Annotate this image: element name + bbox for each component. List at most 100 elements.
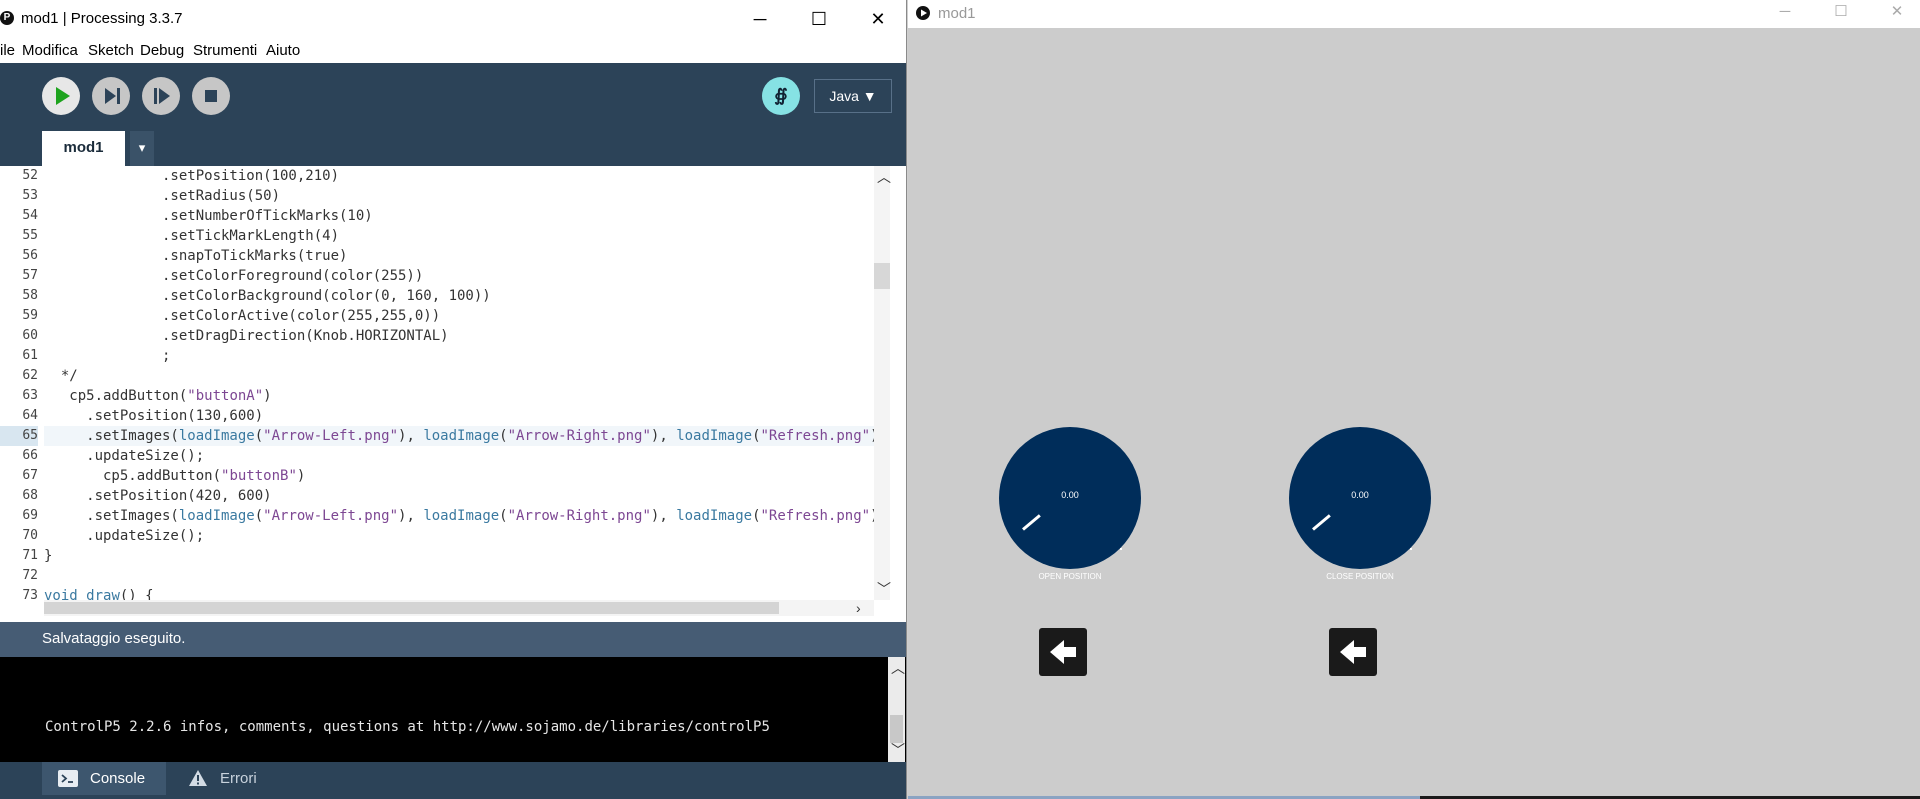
tab-errori[interactable]: Errori <box>178 762 278 795</box>
close-position-label: CLOSE POSITION <box>1326 572 1394 581</box>
arrow-left-icon <box>1340 640 1366 664</box>
code-line: cp5.addButton("buttonB") <box>44 468 306 484</box>
sketch-tabbar: mod1 ▾ <box>0 129 906 166</box>
line-number: 59 <box>22 308 38 323</box>
line-number: 52 <box>22 168 38 183</box>
scroll-down-icon[interactable]: ﹀ <box>877 582 891 596</box>
status-bar: Salvataggio eseguito. <box>0 622 906 657</box>
sketch-titlebar: mod1 ─ ☐ ✕ <box>908 0 1920 28</box>
scroll-right-icon[interactable]: › <box>856 601 861 615</box>
maximize-button[interactable]: ☐ <box>1818 0 1864 24</box>
knob-value: 0.00 <box>1061 490 1079 500</box>
editor-vertical-scrollbar[interactable] <box>874 166 890 600</box>
code-line: .snapToTickMarks(true) <box>44 248 348 264</box>
code-line: .setRadius(50) <box>44 188 281 204</box>
debugger-toggle-icon[interactable]: ∯ <box>762 77 800 115</box>
processing-p-icon: P <box>0 11 14 25</box>
line-number: 53 <box>22 188 38 203</box>
tab-console-label: Console <box>90 770 146 787</box>
menu-modifica[interactable]: Modifica <box>22 42 78 59</box>
menu-aiuto[interactable]: Aiuto <box>266 42 300 59</box>
tab-menu-button[interactable]: ▾ <box>130 131 154 166</box>
step-icon <box>105 88 120 104</box>
code-line: .updateSize(); <box>44 528 205 544</box>
code-line: ; <box>44 348 171 364</box>
code-line: .setColorBackground(color(0, 160, 100)) <box>44 288 491 304</box>
minimize-button[interactable]: ─ <box>737 4 783 34</box>
line-number: 68 <box>22 488 38 503</box>
editor-horizontal-scroll-thumb[interactable] <box>44 602 779 614</box>
tab-console[interactable]: Console <box>42 762 166 795</box>
mode-select[interactable]: Java ▼ <box>814 79 892 113</box>
stop-button[interactable] <box>192 77 230 115</box>
code-line: .setImages(loadImage("Arrow-Left.png"), … <box>44 508 874 524</box>
ide-titlebar: P mod1 | Processing 3.3.7 ─ ☐ ✕ <box>0 0 906 39</box>
arrow-left-icon <box>1050 640 1076 664</box>
minimize-button[interactable]: ─ <box>1762 0 1808 24</box>
code-line: cp5.addButton("buttonA") <box>44 388 272 404</box>
knob-indicator <box>1022 514 1041 531</box>
code-text-area[interactable]: .setPosition(100,210) .setRadius(50) .se… <box>44 166 874 600</box>
sketch-title: mod1 <box>938 5 976 22</box>
button-b[interactable] <box>1329 628 1377 676</box>
line-number: 64 <box>22 408 38 423</box>
knob-value: 0.00 <box>1351 490 1369 500</box>
code-line: .setPosition(100,210) <box>44 168 340 184</box>
bottom-tabbar: Console Errori <box>0 762 906 799</box>
scroll-up-icon[interactable]: ︿ <box>891 661 905 675</box>
line-number: 67 <box>22 468 38 483</box>
code-line: */ <box>44 368 78 384</box>
open-position-label: OPEN POSITION <box>1038 572 1102 581</box>
sketch-window: mod1 ─ ☐ ✕ 0.00 OPEN POSITION 0.00 CLOSE… <box>908 0 1920 799</box>
code-line: .updateSize(); <box>44 448 205 464</box>
close-button[interactable]: ✕ <box>855 4 901 34</box>
menu-strumenti[interactable]: Strumenti <box>193 42 257 59</box>
step-button[interactable] <box>92 77 130 115</box>
menu-sketch[interactable]: Sketch <box>88 42 134 59</box>
editor-vertical-scroll-thumb[interactable] <box>874 263 890 289</box>
ide-window: P mod1 | Processing 3.3.7 ─ ☐ ✕ ile Modi… <box>0 0 907 799</box>
tab-mod1[interactable]: mod1 <box>42 131 125 166</box>
knob-tick <box>1410 548 1412 550</box>
stop-icon <box>205 90 217 102</box>
line-number: 58 <box>22 288 38 303</box>
continue-button[interactable] <box>142 77 180 115</box>
menu-file[interactable]: ile <box>0 42 15 59</box>
line-number: 70 <box>22 528 38 543</box>
code-line: .setPosition(420, 600) <box>44 488 272 504</box>
window-title: mod1 | Processing 3.3.7 <box>21 10 183 27</box>
line-number: 56 <box>22 248 38 263</box>
menu-debug[interactable]: Debug <box>140 42 184 59</box>
scroll-down-icon[interactable]: ﹀ <box>891 743 905 757</box>
maximize-button[interactable]: ☐ <box>796 4 842 34</box>
scroll-up-icon[interactable]: ︿ <box>877 170 891 184</box>
code-line: .setDragDirection(Knob.HORIZONTAL) <box>44 328 449 344</box>
code-line: void draw() { <box>44 588 154 600</box>
close-button[interactable]: ✕ <box>1874 0 1920 24</box>
code-editor[interactable]: 52 53 54 55 56 57 58 59 60 61 62 63 64 6… <box>0 166 906 616</box>
console-panel[interactable]: ControlP5 2.2.6 infos, comments, questio… <box>0 657 906 762</box>
code-line: } <box>44 548 53 564</box>
continue-icon <box>154 88 170 104</box>
code-line-current: .setImages(loadImage("Arrow-Left.png"), … <box>44 426 874 446</box>
play-icon <box>56 87 70 105</box>
line-number: 73 <box>22 588 38 603</box>
line-number-current: 65 <box>0 426 38 446</box>
console-output: ControlP5 2.2.6 infos, comments, questio… <box>45 719 770 735</box>
run-button[interactable] <box>42 77 80 115</box>
line-gutter: 52 53 54 55 56 57 58 59 60 61 62 63 64 6… <box>0 166 44 606</box>
line-number: 54 <box>22 208 38 223</box>
line-number: 63 <box>22 388 38 403</box>
console-scroll-thumb[interactable] <box>890 715 903 743</box>
menubar: ile Modifica Sketch Debug Strumenti Aiut… <box>0 39 906 64</box>
close-position-knob[interactable]: 0.00 <box>1289 427 1431 569</box>
code-line: .setTickMarkLength(4) <box>44 228 340 244</box>
code-line: .setColorActive(color(255,255,0)) <box>44 308 441 324</box>
line-number: 60 <box>22 328 38 343</box>
knob-indicator <box>1312 514 1331 531</box>
code-line: .setColorForeground(color(255)) <box>44 268 424 284</box>
line-number: 55 <box>22 228 38 243</box>
button-a[interactable] <box>1039 628 1087 676</box>
line-number: 57 <box>22 268 38 283</box>
open-position-knob[interactable]: 0.00 <box>999 427 1141 569</box>
